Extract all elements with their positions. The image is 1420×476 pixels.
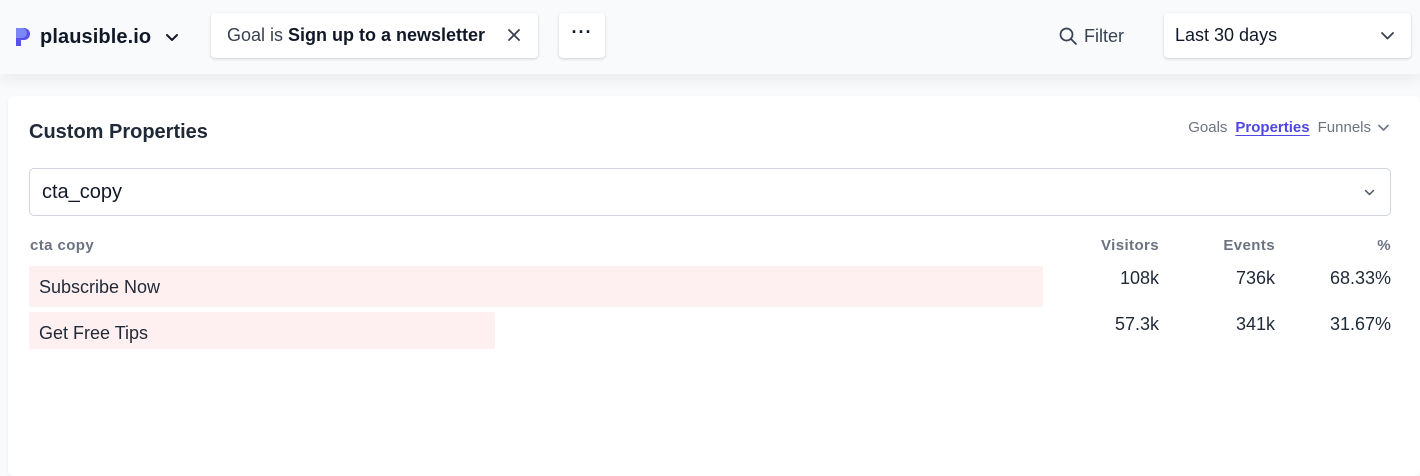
property-select-value: cta_copy xyxy=(42,180,123,203)
chevron-down-icon xyxy=(1381,32,1394,40)
panel-tabs: Goals Properties Funnels xyxy=(1180,119,1390,136)
column-header-name: cta copy xyxy=(30,237,95,254)
column-header-visitors[interactable]: Visitors xyxy=(1101,237,1159,254)
goal-filter-prefix: Goal is xyxy=(227,25,284,45)
chevron-down-icon xyxy=(166,34,179,41)
tab-properties[interactable]: Properties xyxy=(1235,119,1309,136)
row-label[interactable]: Get Free Tips xyxy=(39,323,148,344)
property-select[interactable]: cta_copy xyxy=(29,168,1391,216)
row-bar xyxy=(29,266,1043,307)
column-header-percent[interactable]: % xyxy=(1377,237,1391,254)
table-row[interactable]: Get Free Tips 57.3k 341k 31.67% xyxy=(8,312,1420,354)
table-header: cta copy Visitors Events % xyxy=(8,237,1420,255)
row-percent: 68.33% xyxy=(1329,268,1391,288)
table-row[interactable]: Subscribe Now 108k 736k 68.33% xyxy=(8,266,1420,308)
row-percent: 31.67% xyxy=(1329,314,1391,334)
more-filters-button[interactable]: ··· xyxy=(559,13,605,58)
goal-filter-value: Sign up to a newsletter xyxy=(288,25,486,45)
filter-button[interactable]: Filter xyxy=(1058,22,1124,50)
column-header-events[interactable]: Events xyxy=(1223,237,1275,254)
panel-title: Custom Properties xyxy=(29,121,208,143)
search-icon xyxy=(1059,27,1077,45)
goal-filter-chip[interactable]: Goal is Sign up to a newsletter xyxy=(211,13,538,58)
tab-funnels[interactable]: Funnels xyxy=(1318,119,1371,136)
ellipsis-icon: ··· xyxy=(571,22,593,42)
close-icon[interactable] xyxy=(506,27,522,43)
tab-goals[interactable]: Goals xyxy=(1188,119,1227,136)
row-visitors: 108k xyxy=(1119,268,1159,288)
row-events: 736k xyxy=(1235,268,1275,288)
row-visitors: 57.3k xyxy=(1114,314,1159,334)
filter-label: Filter xyxy=(1084,25,1124,46)
custom-properties-panel: Custom Properties Goals Properties Funne… xyxy=(8,96,1420,476)
top-bar: plausible.io Goal is Sign up to a newsle… xyxy=(0,0,1420,74)
site-switcher[interactable]: plausible.io xyxy=(14,22,179,52)
row-label[interactable]: Subscribe Now xyxy=(39,277,160,298)
chevron-down-icon xyxy=(1364,189,1375,196)
date-range-picker[interactable]: Last 30 days xyxy=(1164,13,1411,58)
row-events: 341k xyxy=(1235,314,1275,334)
date-range-label: Last 30 days xyxy=(1175,25,1278,45)
site-name: plausible.io xyxy=(40,25,152,48)
chevron-down-icon[interactable] xyxy=(1377,121,1390,134)
plausible-logo-icon xyxy=(16,28,30,46)
